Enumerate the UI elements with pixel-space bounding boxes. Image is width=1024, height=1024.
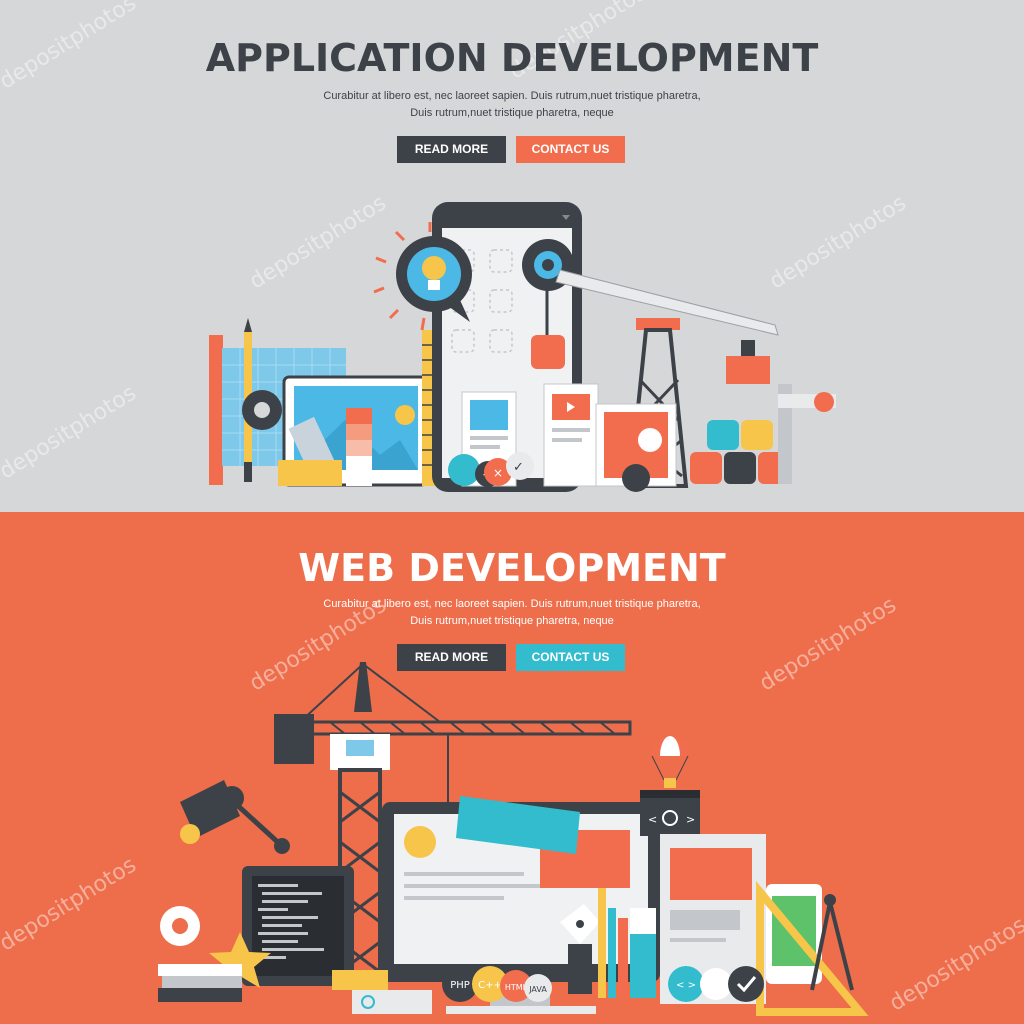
orange-crate [726,356,770,384]
tool-badge [700,968,732,1000]
gear-icon [160,906,200,946]
php-badge-label: PHP [450,980,470,991]
parachute-icon [650,736,690,788]
svg-text:<: < [648,813,657,826]
svg-text:✓: ✓ [513,460,524,475]
hazard-barrier [332,970,388,990]
weight-block [531,335,565,369]
web-development-banner: depositphotos depositphotos depositphoto… [0,512,1024,1024]
java-badge-label: JAVA [528,985,547,994]
search-bar [352,990,432,1014]
caliper-icon [778,384,836,484]
blocks-icon [690,420,790,484]
desk-lamp-icon [180,780,290,854]
cpp-badge-label: C++ [478,980,502,991]
settings-window-icon: < > [640,790,700,836]
svg-text:>: > [686,813,695,826]
code-badge-label: < > [676,980,696,991]
yellow-block [278,460,342,486]
code-editor-icon [242,866,354,986]
books-icon [158,964,242,1002]
checkmark-icon [728,966,764,1002]
web-illustration: < > PHP C++ HTML JAVA < > [158,662,869,1016]
app-illustration: + × ✓ [209,202,836,492]
orange-binder [209,335,223,485]
app-development-banner: depositphotos depositphotos depositphoto… [0,0,1024,512]
svg-text:×: × [493,466,503,480]
